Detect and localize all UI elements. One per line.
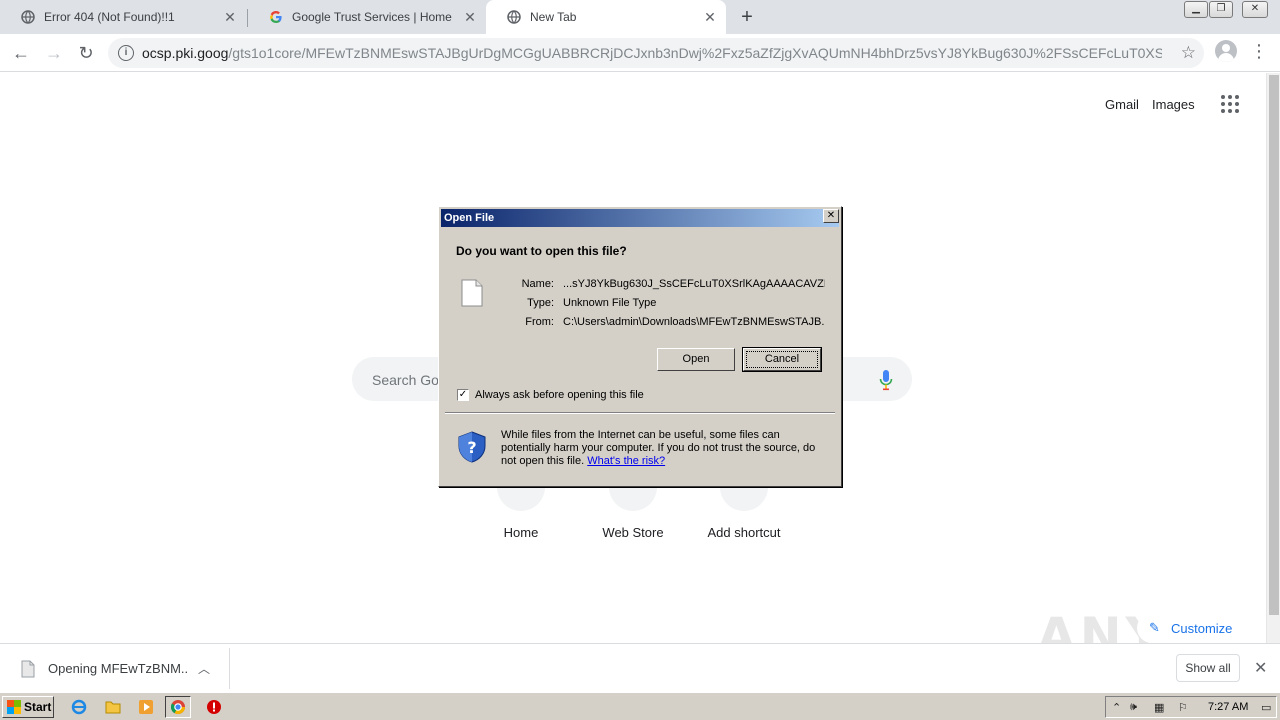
close-tab-icon[interactable]: ✕ xyxy=(702,9,718,25)
bookmark-star-icon[interactable]: ☆ xyxy=(1181,43,1196,63)
windows-logo-icon xyxy=(7,700,21,714)
scrollbar-thumb[interactable] xyxy=(1269,75,1279,615)
tab-title: Google Trust Services | Home xyxy=(292,10,452,24)
dialog-question: Do you want to open this file? xyxy=(456,244,627,258)
cancel-button-label: Cancel xyxy=(746,351,818,368)
shortcut-label: Home xyxy=(503,525,539,540)
google-g-icon xyxy=(268,9,284,25)
tab-title: Error 404 (Not Found)!!1 xyxy=(44,10,175,24)
download-bar: Opening MFEwTzBNM..... ︿ Show all ✕ xyxy=(0,643,1280,692)
gmail-link[interactable]: Gmail xyxy=(1105,97,1139,112)
close-window-icon[interactable]: ✕ xyxy=(1242,1,1268,18)
file-explorer-icon[interactable] xyxy=(104,698,122,716)
dialog-title: Open File xyxy=(441,209,839,227)
page-scrollbar[interactable] xyxy=(1266,73,1280,643)
microphone-icon[interactable] xyxy=(879,369,893,391)
images-link[interactable]: Images xyxy=(1152,97,1195,112)
chrome-taskbar-icon[interactable] xyxy=(165,696,191,718)
file-name-value: ...sYJ8YkBug630J_SsCEFcLuT0XSrlKAgAAAACA… xyxy=(563,278,825,290)
from-label: From: xyxy=(525,316,554,328)
tab-title: New Tab xyxy=(530,10,577,24)
media-player-icon[interactable] xyxy=(137,698,155,716)
url-path: /gts1o1core/MFEwTzBNMEswSTAJBgUrDgMCGgUA… xyxy=(228,45,1162,61)
system-tray: ⌃ 🕪 ▦ ⚐ 7:27 AM ▭ xyxy=(1105,696,1277,718)
chevron-up-icon[interactable]: ︿ xyxy=(198,660,210,677)
pencil-icon: ✎ xyxy=(1149,620,1160,635)
tab-new-tab[interactable]: New Tab ✕ xyxy=(486,0,726,34)
show-all-button[interactable]: Show all xyxy=(1176,654,1240,682)
chrome-menu-icon[interactable]: ⋮ xyxy=(1250,42,1268,60)
tray-expand-icon[interactable]: ⌃ xyxy=(1112,701,1121,714)
name-label: Name: xyxy=(521,278,554,290)
info-icon[interactable]: i xyxy=(118,45,134,61)
tab-google-trust-services[interactable]: Google Trust Services | Home ✕ xyxy=(248,0,486,34)
shortcut-label: Add shortcut xyxy=(707,525,781,540)
restore-icon[interactable]: ❐ xyxy=(1209,1,1233,18)
profile-avatar-icon[interactable] xyxy=(1215,40,1237,62)
url-host: ocsp.pki.goog xyxy=(142,45,229,61)
always-ask-label[interactable]: Always ask before opening this file xyxy=(475,389,644,401)
customize-label: Customize xyxy=(1171,620,1233,636)
cancel-button[interactable]: Cancel xyxy=(742,347,822,372)
new-tab-button[interactable]: + xyxy=(736,6,758,28)
open-button[interactable]: Open xyxy=(657,348,735,371)
address-bar[interactable]: i ocsp.pki.goog/gts1o1core/MFEwTzBNMEswS… xyxy=(108,38,1204,68)
file-from-value: C:\Users\admin\Downloads\MFEwTzBNMEswSTA… xyxy=(563,316,825,328)
download-filename: Opening MFEwTzBNM..... xyxy=(48,661,188,676)
download-item[interactable]: Opening MFEwTzBNM..... ︿ xyxy=(6,648,230,689)
always-ask-checkbox[interactable]: ✓ xyxy=(457,389,469,401)
url-text[interactable]: ocsp.pki.goog/gts1o1core/MFEwTzBNMEswSTA… xyxy=(142,45,1162,61)
action-center-flag-icon[interactable]: ⚐ xyxy=(1178,701,1188,714)
network-icon[interactable]: ▦ xyxy=(1154,701,1164,714)
search-placeholder: Search Goo xyxy=(372,372,447,388)
file-type-value: Unknown File Type xyxy=(563,297,657,309)
open-file-dialog: Open File ✕ Do you want to open this fil… xyxy=(438,206,842,487)
dialog-close-icon[interactable]: ✕ xyxy=(823,209,839,223)
globe-icon xyxy=(506,9,522,25)
type-label: Type: xyxy=(527,297,554,309)
minimize-icon[interactable]: ▁ xyxy=(1184,1,1208,18)
security-shield-icon: ? xyxy=(458,431,486,463)
warning-text: While files from the Internet can be use… xyxy=(501,429,826,468)
tab-strip: Error 404 (Not Found)!!1 ✕ Google Trust … xyxy=(0,0,1280,34)
windows-taskbar: Start ⌃ 🕪 ▦ ⚐ 7:27 AM ▭ xyxy=(0,692,1280,720)
taskbar-clock[interactable]: 7:27 AM xyxy=(1208,701,1248,713)
browser-toolbar: ← → ↻ i ocsp.pki.goog/gts1o1core/MFEwTzB… xyxy=(0,34,1280,72)
close-download-bar-icon[interactable]: ✕ xyxy=(1254,658,1267,678)
stop-security-icon[interactable] xyxy=(205,698,223,716)
tab-error-404[interactable]: Error 404 (Not Found)!!1 ✕ xyxy=(0,0,246,34)
shortcut-label: Web Store xyxy=(602,525,664,540)
customize-button[interactable]: ✎ Customize xyxy=(1137,613,1247,643)
whats-the-risk-link[interactable]: What's the risk? xyxy=(587,455,665,467)
file-icon xyxy=(21,660,35,677)
volume-icon[interactable]: 🕪 xyxy=(1130,701,1137,714)
close-tab-icon[interactable]: ✕ xyxy=(462,9,478,25)
internet-explorer-icon[interactable] xyxy=(70,698,88,716)
reload-icon[interactable]: ↻ xyxy=(75,42,97,64)
globe-icon xyxy=(20,9,36,25)
unknown-file-icon xyxy=(461,279,483,307)
close-tab-icon[interactable]: ✕ xyxy=(222,9,238,25)
svg-text:?: ? xyxy=(467,438,476,457)
start-button[interactable]: Start xyxy=(2,696,54,718)
show-desktop-icon[interactable]: ▭ xyxy=(1261,701,1271,714)
google-apps-icon[interactable] xyxy=(1221,95,1239,113)
forward-arrow-icon[interactable]: → xyxy=(43,42,65,64)
start-label: Start xyxy=(24,700,52,714)
dialog-divider xyxy=(445,412,835,414)
back-arrow-icon[interactable]: ← xyxy=(10,42,32,64)
